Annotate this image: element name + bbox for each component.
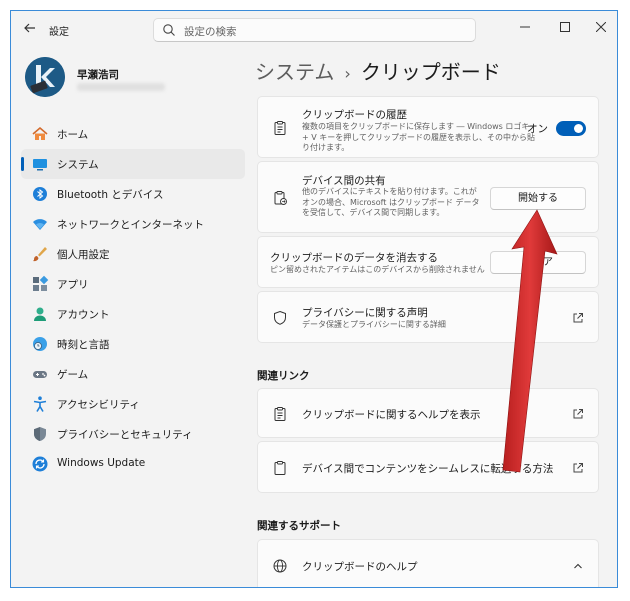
card-title: クリップボードの履歴 [302, 109, 407, 121]
external-link-icon [573, 313, 583, 323]
close-button[interactable] [587, 17, 615, 39]
sidebar-item-privacy-security[interactable]: プライバシーとセキュリティ [21, 419, 245, 449]
toggle-state-label: オン [527, 123, 548, 135]
app-title: 設定 [49, 27, 69, 38]
sidebar-item-label: Windows Update [57, 457, 146, 469]
related-links-heading: 関連リンク [257, 370, 310, 382]
related-link-item[interactable]: クリップボードに関するヘルプを表示 [257, 388, 599, 438]
sidebar-item-bluetooth[interactable]: Bluetooth とデバイス [21, 179, 245, 209]
person-icon [34, 307, 46, 321]
maximize-icon [560, 22, 570, 32]
shield-outline-icon [274, 310, 286, 325]
sidebar-item-accessibility[interactable]: アクセシビリティ [21, 389, 245, 419]
sidebar-item-time-language[interactable]: 時刻と言語 [21, 329, 245, 359]
sidebar-item-label: ゲーム [57, 369, 89, 381]
title-bar: 設定 設定の検索 [11, 11, 617, 49]
clipboard-history-card: クリップボードの履歴 複数の項目をクリップボードに保存します ― Windows… [257, 96, 599, 158]
user-name: 早瀬浩司 [77, 69, 119, 81]
shield-icon [34, 427, 46, 441]
sidebar-item-windows-update[interactable]: Windows Update [21, 449, 245, 479]
active-indicator [21, 157, 24, 171]
brush-icon [33, 247, 47, 262]
sidebar-item-label: アクセシビリティ [57, 399, 140, 411]
sidebar-item-system[interactable]: システム [21, 149, 245, 179]
sidebar-item-label: 個人用設定 [57, 249, 110, 261]
close-icon [595, 21, 607, 33]
clear-clipboard-card: クリップボードのデータを消去する ピン留めされたアイテムはこのデバイスから削除さ… [257, 236, 599, 288]
clipboard-icon [274, 407, 286, 421]
external-link-icon [573, 409, 583, 419]
minimize-icon [520, 26, 530, 28]
avatar[interactable] [25, 57, 65, 97]
clipboard-icon [274, 121, 286, 135]
clipboard-sync-icon [274, 191, 287, 205]
support-label: クリップボードのヘルプ [302, 561, 418, 573]
privacy-statement-card[interactable]: プライバシーに関する声明 データ保護とプライバシーに関する詳細 [257, 291, 599, 343]
related-support-heading: 関連するサポート [257, 520, 341, 532]
start-sharing-button[interactable]: 開始する [490, 187, 586, 210]
clear-button[interactable]: クリア [490, 251, 586, 274]
settings-window: 設定 設定の検索 早瀬浩司 ホーム システム Bluetooth とデバイス ネ… [10, 10, 618, 588]
avatar-logo-icon [25, 57, 65, 97]
link-label: デバイス間でコンテンツをシームレスに転送する方法 [302, 463, 554, 475]
toggle-knob [574, 124, 583, 133]
sidebar-nav: ホーム システム Bluetooth とデバイス ネットワークとインターネット … [21, 119, 245, 479]
external-link-icon [573, 463, 583, 473]
page-title: クリップボード [360, 60, 501, 84]
breadcrumb-separator: › [344, 64, 351, 83]
sidebar-item-label: ホーム [57, 129, 89, 141]
back-button[interactable] [21, 21, 39, 39]
sidebar-item-label: 時刻と言語 [57, 339, 110, 351]
monitor-icon [33, 159, 47, 171]
sidebar-item-gaming[interactable]: ゲーム [21, 359, 245, 389]
support-item-expander[interactable]: クリップボードのヘルプ [257, 539, 599, 587]
card-description: ピン留めされたアイテムはこのデバイスから削除されません [270, 265, 485, 274]
sidebar-item-apps[interactable]: アプリ [21, 269, 245, 299]
minimize-button[interactable] [511, 17, 539, 39]
user-email-redacted [77, 83, 165, 91]
wifi-icon [33, 219, 47, 230]
sidebar-item-label: プライバシーとセキュリティ [57, 429, 193, 441]
sidebar-item-accounts[interactable]: アカウント [21, 299, 245, 329]
clipboard-blank-icon [274, 461, 286, 475]
update-icon [32, 456, 48, 472]
bluetooth-icon [33, 187, 47, 201]
card-description: データ保護とプライバシーに関する詳細 [302, 320, 446, 329]
card-description: 他のデバイスにテキストを貼り付けます。これがオンの場合、Microsoft はク… [302, 187, 480, 217]
clipboard-history-toggle[interactable] [556, 121, 586, 136]
breadcrumb-parent[interactable]: システム [255, 60, 334, 84]
sidebar-item-personalization[interactable]: 個人用設定 [21, 239, 245, 269]
chevron-up-icon[interactable] [572, 560, 584, 572]
apps-icon [33, 275, 49, 291]
breadcrumb: システム › クリップボード [255, 56, 501, 85]
device-sharing-card: デバイス間の共有 他のデバイスにテキストを貼り付けます。これがオンの場合、Mic… [257, 161, 599, 233]
sidebar-item-label: システム [57, 159, 99, 171]
related-link-item[interactable]: デバイス間でコンテンツをシームレスに転送する方法 [257, 441, 599, 493]
gamepad-icon [33, 371, 47, 378]
search-input[interactable]: 設定の検索 [153, 18, 476, 42]
search-icon [163, 24, 175, 36]
card-title: プライバシーに関する声明 [302, 307, 428, 319]
card-title: デバイス間の共有 [302, 175, 386, 187]
globe-clock-icon [33, 337, 47, 351]
accessibility-icon [33, 396, 47, 412]
home-icon [32, 126, 48, 140]
globe-icon [273, 559, 287, 573]
sidebar-item-label: アカウント [57, 309, 110, 321]
back-arrow-icon [24, 23, 35, 33]
sidebar-item-label: Bluetooth とデバイス [57, 189, 164, 201]
card-description: 複数の項目をクリップボードに保存します ― Windows ロゴキー + V キ… [302, 122, 538, 152]
sidebar-item-network[interactable]: ネットワークとインターネット [21, 209, 245, 239]
sidebar-item-label: ネットワークとインターネット [57, 219, 204, 231]
link-label: クリップボードに関するヘルプを表示 [302, 409, 481, 421]
sidebar-item-label: アプリ [57, 279, 89, 291]
card-title: クリップボードのデータを消去する [270, 252, 438, 264]
sidebar-item-home[interactable]: ホーム [21, 119, 245, 149]
maximize-button[interactable] [551, 17, 579, 39]
search-placeholder: 設定の検索 [184, 26, 237, 38]
